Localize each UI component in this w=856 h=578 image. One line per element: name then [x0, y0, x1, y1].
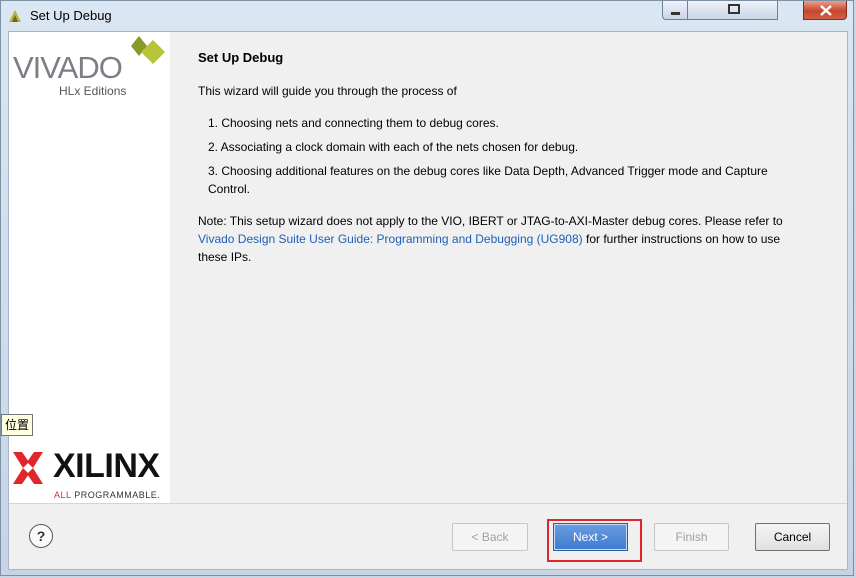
user-guide-link[interactable]: Vivado Design Suite User Guide: Programm… [198, 232, 583, 246]
vivado-logo-icon [131, 36, 165, 64]
maximize-button[interactable] [688, 1, 778, 20]
note-text: Note: This setup wizard does not apply t… [198, 212, 808, 266]
close-button[interactable] [803, 1, 847, 20]
step-item: 1. Choosing nets and connecting them to … [208, 116, 499, 130]
xilinx-logo-icon [13, 452, 43, 484]
tooltip: 位置 [1, 414, 33, 436]
note-prefix: Note: This setup wizard does not apply t… [198, 214, 783, 228]
vivado-logo-text: VIVADO [13, 50, 123, 85]
step-item: 3. Choosing additional features on the d… [208, 164, 768, 196]
wizard-body: VIVADO HLx Editions XILINX ALL PROGRAMMA… [8, 31, 848, 570]
finish-button[interactable]: Finish [654, 523, 729, 551]
maximize-icon [728, 4, 740, 14]
step-item: 2. Associating a clock domain with each … [208, 140, 579, 154]
minimize-button[interactable] [662, 1, 688, 20]
next-button[interactable]: Next > [553, 523, 628, 551]
tagline-prefix: ALL [54, 490, 75, 500]
window-title: Set Up Debug [30, 8, 112, 23]
wizard-window: Set Up Debug VIVADO HLx Editions XILINX … [0, 0, 854, 576]
xilinx-logo-text: XILINX [53, 447, 160, 485]
title-bar[interactable]: Set Up Debug [1, 1, 853, 31]
back-button[interactable]: < Back [452, 523, 528, 551]
page-title: Set Up Debug [198, 50, 284, 65]
intro-text: This wizard will guide you through the p… [198, 84, 457, 98]
cancel-button[interactable]: Cancel [755, 523, 830, 551]
content-panel: Set Up Debug This wizard will guide you … [170, 32, 847, 503]
sidebar-panel: VIVADO HLx Editions XILINX ALL PROGRAMMA… [9, 32, 170, 503]
vivado-app-icon [9, 10, 21, 22]
minimize-icon [671, 12, 680, 15]
footer-divider [9, 503, 847, 504]
edition-label: HLx Editions [59, 84, 127, 98]
close-icon [820, 5, 832, 16]
help-button[interactable]: ? [29, 524, 53, 548]
tagline-rest: PROGRAMMABLE. [74, 490, 161, 500]
xilinx-tagline: ALL PROGRAMMABLE. [54, 490, 160, 500]
